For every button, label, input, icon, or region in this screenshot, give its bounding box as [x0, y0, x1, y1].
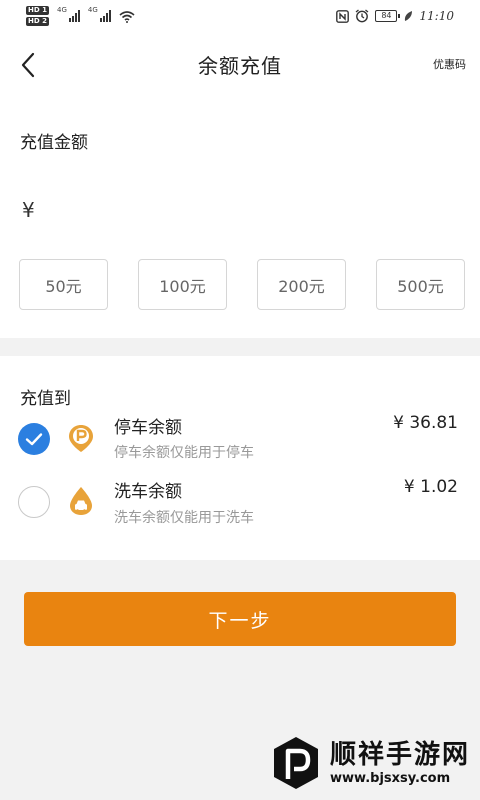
nav-bar: 余额充值 优惠码 — [0, 36, 480, 98]
network-2-label: 4G — [87, 6, 98, 14]
status-left: HD 1 HD 2 4G 4G — [26, 6, 135, 26]
amount-options: 50元 100元 200元 500元 — [19, 259, 465, 310]
page-title: 余额充值 — [198, 54, 282, 78]
leaf-icon — [405, 11, 413, 21]
amount-option-50[interactable]: 50元 — [19, 259, 108, 310]
status-right: 84 11:10 — [336, 9, 454, 23]
carwash-balance-name: 洗车余额 — [114, 482, 182, 502]
signal-2-icon: 4G — [88, 6, 111, 22]
amount-input[interactable]: ¥ — [22, 198, 35, 222]
parking-balance-desc: 停车余额仅能用于停车 — [114, 445, 254, 461]
carwash-balance-amount: ¥ 1.02 — [403, 477, 458, 497]
signal-1-icon: 4G — [57, 6, 80, 22]
watermark-text: 顺祥手游网 www.bjsxsy.com — [330, 742, 470, 785]
next-step-button[interactable]: 下一步 — [24, 592, 456, 646]
network-1-label: 4G — [56, 6, 67, 14]
battery-level: 84 — [381, 11, 392, 20]
checkmark-icon — [25, 433, 43, 446]
recharge-amount-label: 充值金额 — [20, 133, 88, 153]
parking-balance-amount: ¥ 36.81 — [393, 413, 458, 433]
carwash-balance-desc: 洗车余额仅能用于洗车 — [114, 510, 254, 526]
watermark-name: 顺祥手游网 — [330, 739, 471, 770]
amount-option-100[interactable]: 100元 — [138, 259, 227, 310]
watermark-logo-icon — [274, 737, 318, 789]
recharge-target-label: 充值到 — [20, 389, 71, 409]
parking-icon — [69, 425, 93, 452]
sim-1-label: HD 1 — [26, 6, 49, 15]
site-watermark: 顺祥手游网 www.bjsxsy.com — [270, 735, 470, 791]
amount-option-500[interactable]: 500元 — [376, 259, 465, 310]
parking-balance-name: 停车余额 — [114, 418, 182, 438]
recharge-target-section: 充值到 停车余额 停车余额仅能用于停车 ¥ 36.81 洗车余额 洗车余额仅能用… — [0, 356, 480, 560]
nfc-icon — [336, 9, 350, 23]
account-row-carwash[interactable]: 洗车余额 洗车余额仅能用于洗车 ¥ 1.02 — [0, 474, 480, 534]
amount-option-200[interactable]: 200元 — [257, 259, 346, 310]
battery-icon: 84 — [375, 10, 401, 22]
sim-indicators: HD 1 HD 2 — [26, 6, 49, 26]
recharge-amount-section: 充值金额 ¥ 50元 100元 200元 500元 — [0, 98, 480, 338]
sim-2-label: HD 2 — [26, 17, 49, 26]
parking-checkbox[interactable] — [18, 423, 50, 455]
status-bar: HD 1 HD 2 4G 4G 84 11:10 — [0, 0, 480, 36]
clock: 11:10 — [419, 9, 454, 23]
watermark-url: www.bjsxsy.com — [330, 770, 451, 786]
wifi-icon — [119, 10, 135, 23]
car-wash-icon — [70, 487, 92, 515]
coupon-code-link[interactable]: 优惠码 — [433, 56, 466, 72]
carwash-checkbox[interactable] — [18, 486, 50, 518]
alarm-icon — [356, 9, 369, 23]
account-row-parking[interactable]: 停车余额 停车余额仅能用于停车 ¥ 36.81 — [0, 408, 480, 468]
